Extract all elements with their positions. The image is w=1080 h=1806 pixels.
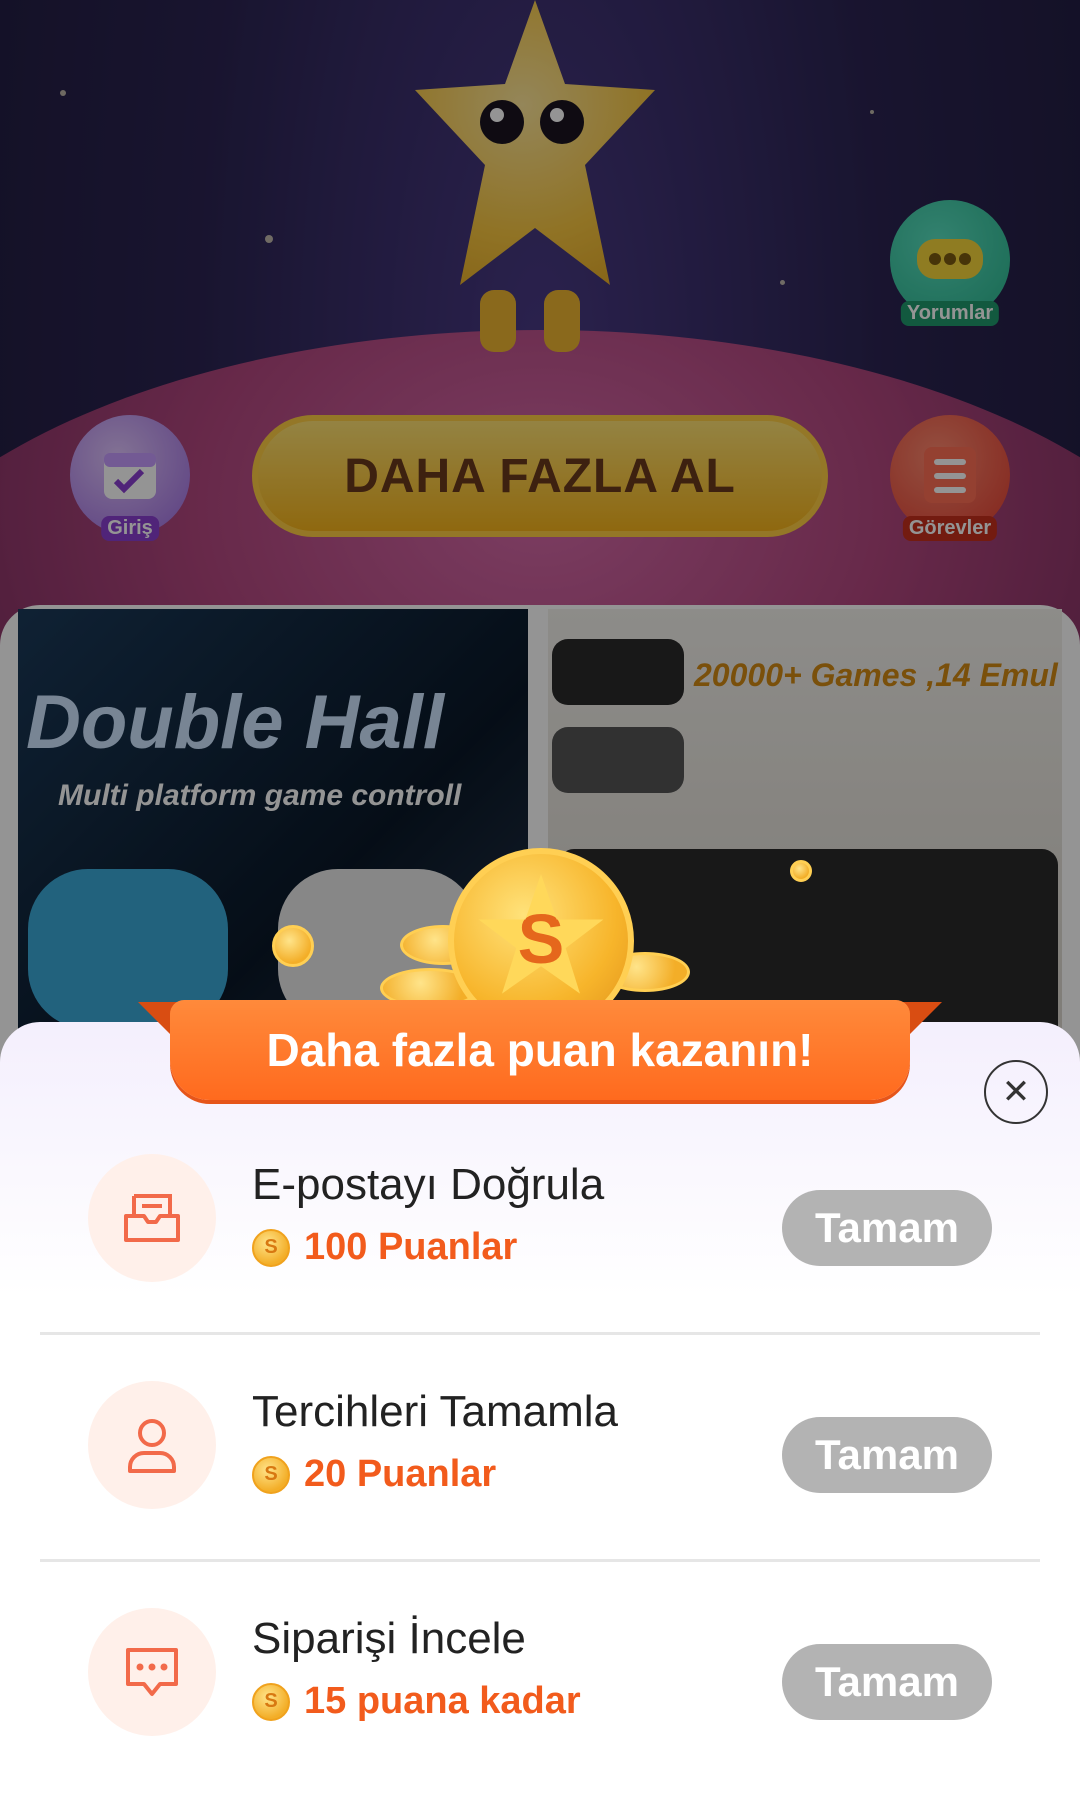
task-points: 15 puana kadar bbox=[252, 1680, 581, 1723]
close-icon: ✕ bbox=[1001, 1073, 1031, 1111]
close-button[interactable]: ✕ bbox=[984, 1060, 1048, 1124]
task-title: Tercihleri Tamamla bbox=[252, 1387, 618, 1436]
task-points-value: 15 puana kadar bbox=[304, 1680, 581, 1722]
task-points-value: 20 Puanlar bbox=[304, 1453, 497, 1495]
divider bbox=[40, 1559, 1040, 1562]
sheet-title: Daha fazla puan kazanın! bbox=[266, 1024, 814, 1076]
sheet-banner: Daha fazla puan kazanın! bbox=[170, 1000, 910, 1100]
task-done-button[interactable]: Tamam bbox=[782, 1644, 992, 1720]
task-points: 100 Puanlar bbox=[252, 1226, 517, 1269]
coin-icon bbox=[252, 1455, 290, 1494]
coin-icon bbox=[272, 925, 314, 967]
user-icon bbox=[88, 1381, 216, 1509]
task-title: Siparişi İncele bbox=[252, 1614, 526, 1663]
task-points: 20 Puanlar bbox=[252, 1453, 496, 1496]
task-row-preferences: Tercihleri Tamamla 20 Puanlar Tamam bbox=[40, 1359, 1040, 1559]
mail-icon bbox=[88, 1154, 216, 1282]
divider bbox=[40, 1332, 1040, 1335]
chat-icon bbox=[88, 1608, 216, 1736]
coin-icon bbox=[252, 1228, 290, 1267]
task-done-button[interactable]: Tamam bbox=[782, 1190, 992, 1266]
task-points-value: 100 Puanlar bbox=[304, 1226, 518, 1268]
task-row-verify-email: E-postayı Doğrula 100 Puanlar Tamam bbox=[40, 1132, 1040, 1332]
task-title: E-postayı Doğrula bbox=[252, 1160, 605, 1209]
task-row-review-order: Siparişi İncele 15 puana kadar Tamam bbox=[40, 1586, 1040, 1786]
task-done-button[interactable]: Tamam bbox=[782, 1417, 992, 1493]
coin-icon bbox=[252, 1682, 290, 1721]
coin-icon bbox=[790, 860, 812, 882]
